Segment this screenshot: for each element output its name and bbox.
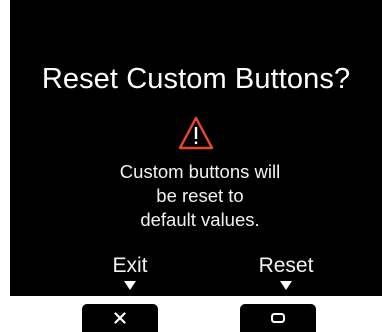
message-line: default values. bbox=[140, 209, 260, 230]
softkey-exit-label: Exit bbox=[112, 254, 148, 277]
softkey-exit[interactable]: Exit bbox=[100, 254, 160, 290]
square-icon bbox=[271, 313, 285, 323]
softkey-reset-label: Reset bbox=[258, 254, 314, 277]
reset-button[interactable] bbox=[240, 304, 316, 332]
softkey-reset[interactable]: Reset bbox=[246, 254, 326, 290]
exit-button[interactable] bbox=[82, 304, 158, 332]
message-line: Custom buttons will bbox=[119, 161, 281, 182]
close-icon bbox=[114, 312, 126, 324]
down-arrow-icon bbox=[124, 281, 136, 290]
display-screen: Reset Custom Buttons? Custom buttons wil… bbox=[10, 0, 382, 296]
message-line: be reset to bbox=[156, 185, 244, 206]
dialog-message: Custom buttons will be reset to default … bbox=[10, 160, 382, 232]
device: Reset Custom Buttons? Custom buttons wil… bbox=[0, 0, 382, 332]
down-arrow-icon bbox=[280, 281, 292, 290]
dialog-title: Reset Custom Buttons? bbox=[41, 63, 351, 95]
warning-triangle-icon bbox=[178, 116, 214, 150]
